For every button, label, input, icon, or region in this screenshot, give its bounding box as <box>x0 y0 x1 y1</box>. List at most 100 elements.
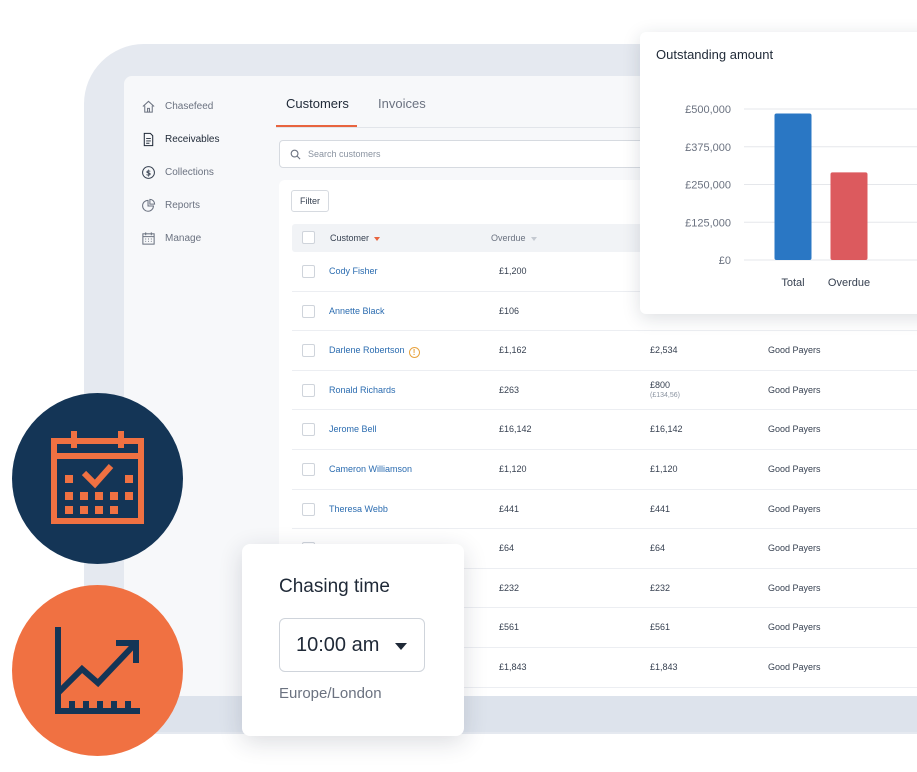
total-amount: £441 <box>650 503 671 514</box>
search-icon <box>290 149 301 159</box>
payer-group: Good Payers <box>768 622 821 633</box>
total-amount: £1,120 <box>650 463 678 474</box>
overdue-amount: £1,120 <box>499 463 527 474</box>
total-amount-value: £800 <box>650 379 671 390</box>
customer-name-text: Darlene Robertson <box>329 345 405 356</box>
total-amount: £800 (£134,56) <box>650 380 680 399</box>
overdue-amount: £561 <box>499 622 520 633</box>
row-checkbox[interactable] <box>302 383 315 397</box>
overdue-amount: £106 <box>499 305 520 316</box>
column-header-customer[interactable]: Customer <box>330 233 381 243</box>
total-amount: £64 <box>650 543 666 554</box>
row-checkbox[interactable] <box>302 344 315 358</box>
customer-name-link[interactable]: Theresa Webb <box>329 504 388 514</box>
x-tick-label: Total <box>781 277 804 289</box>
calendar-badge <box>12 393 183 564</box>
outstanding-amount-chart: £0 £125,000 £250,000 £375,000 £500,000 Total O… <box>685 104 917 289</box>
dropdown-caret-icon <box>395 643 407 650</box>
overdue-amount: £1,843 <box>499 661 527 672</box>
growth-badge <box>12 585 183 756</box>
bar-overdue[interactable] <box>830 172 868 260</box>
payer-group: Good Payers <box>768 424 821 435</box>
table-row[interactable]: Cameron Williamson £1,120 £1,120 Good Pa… <box>292 450 917 490</box>
chasing-time-title: Chasing time <box>279 576 390 597</box>
chasing-time-value: 10:00 am <box>296 633 380 656</box>
total-amount: £232 <box>650 582 671 593</box>
filter-button[interactable]: Filter <box>291 190 329 212</box>
tab-invoices[interactable]: Invoices <box>378 96 426 111</box>
sidebar-item-manage[interactable]: Manage <box>124 222 274 255</box>
trend-up-chart-icon <box>55 627 140 714</box>
sidebar-item-label: Collections <box>165 167 214 178</box>
pie-chart-icon <box>141 198 156 213</box>
document-icon <box>141 132 156 147</box>
customer-name-link[interactable]: Annette Black <box>329 306 385 316</box>
calendar-icon <box>141 231 156 246</box>
select-all-checkbox[interactable] <box>302 231 315 244</box>
search-input[interactable] <box>308 149 668 159</box>
sidebar-item-label: Manage <box>165 233 202 244</box>
overdue-amount: £263 <box>499 384 520 395</box>
overdue-amount: £64 <box>499 543 515 554</box>
column-header-label: Overdue <box>491 233 526 243</box>
row-checkbox[interactable] <box>302 423 315 437</box>
payer-group: Good Payers <box>768 345 821 356</box>
overdue-amount: £1,200 <box>499 266 527 276</box>
total-amount: £16,142 <box>650 424 683 435</box>
sidebar-item-collections[interactable]: $ Collections <box>124 156 274 189</box>
payer-group: Good Payers <box>768 661 821 672</box>
total-amount: £2,534 <box>650 345 678 356</box>
total-amount-credit: (£134,56) <box>650 391 680 399</box>
column-header-overdue[interactable]: Overdue <box>491 233 537 243</box>
payer-group: Good Payers <box>768 463 821 474</box>
y-tick-label: £500,000 <box>685 104 731 116</box>
total-amount: £1,843 <box>650 661 678 672</box>
overdue-amount: £232 <box>499 582 520 593</box>
active-tab-indicator <box>276 125 357 127</box>
row-checkbox[interactable] <box>302 304 315 318</box>
calendar-check-icon <box>51 431 144 524</box>
customer-name-link[interactable]: Ronald Richards <box>329 385 396 395</box>
search-bar <box>279 140 699 168</box>
overdue-amount: £16,142 <box>499 424 532 435</box>
sidebar-item-label: Reports <box>165 200 201 211</box>
table-row[interactable]: Darlene Robertson! £1,162 £2,534 Good Pa… <box>292 331 917 371</box>
dollar-circle-icon: $ <box>141 165 156 180</box>
table-row[interactable]: Theresa Webb £441 £441 Good Payers <box>292 490 917 530</box>
row-checkbox[interactable] <box>302 502 315 516</box>
customer-name-link[interactable]: Cameron Williamson <box>329 464 412 474</box>
svg-text:$: $ <box>146 168 151 177</box>
bar-total[interactable] <box>774 113 812 260</box>
sidebar-item-receivables[interactable]: Receivables <box>124 123 274 156</box>
row-checkbox[interactable] <box>302 265 315 278</box>
payer-group: Good Payers <box>768 543 821 554</box>
y-tick-label: £375,000 <box>685 142 731 154</box>
home-icon <box>141 99 156 114</box>
table-row[interactable]: Jerome Bell £16,142 £16,142 Good Payers <box>292 410 917 450</box>
chasing-time-select[interactable]: 10:00 am <box>279 618 425 672</box>
sidebar-item-chasefeed[interactable]: Chasefeed <box>124 90 274 123</box>
total-amount: £561 <box>650 622 671 633</box>
sort-desc-icon <box>374 236 381 241</box>
warning-icon[interactable]: ! <box>408 347 420 359</box>
x-tick-label: Overdue <box>828 277 870 289</box>
sidebar-item-label: Receivables <box>165 134 220 145</box>
sidebar-item-reports[interactable]: Reports <box>124 189 274 222</box>
sort-icon <box>530 236 537 241</box>
customer-name-link[interactable]: Jerome Bell <box>329 424 377 434</box>
timezone-label: Europe/London <box>279 685 382 702</box>
tab-customers[interactable]: Customers <box>286 96 349 111</box>
overdue-amount: £441 <box>499 503 520 514</box>
payer-group: Good Payers <box>768 503 821 514</box>
y-tick-label: £125,000 <box>685 217 731 229</box>
customer-name-link[interactable]: Cody Fisher <box>329 266 378 276</box>
chasing-time-card: Chasing time 10:00 am Europe/London <box>242 544 464 736</box>
outstanding-amount-card: Outstanding amount £0 £125,000 £250,000 £37… <box>640 32 917 314</box>
payer-group: Good Payers <box>768 384 821 395</box>
column-header-label: Customer <box>330 233 370 243</box>
overdue-amount: £1,162 <box>499 345 527 356</box>
row-checkbox[interactable] <box>302 462 315 476</box>
table-row[interactable]: Ronald Richards £263 £800 (£134,56) Good … <box>292 371 917 411</box>
customer-name-link[interactable]: Darlene Robertson! <box>329 345 420 359</box>
y-tick-label: £0 <box>719 255 731 267</box>
